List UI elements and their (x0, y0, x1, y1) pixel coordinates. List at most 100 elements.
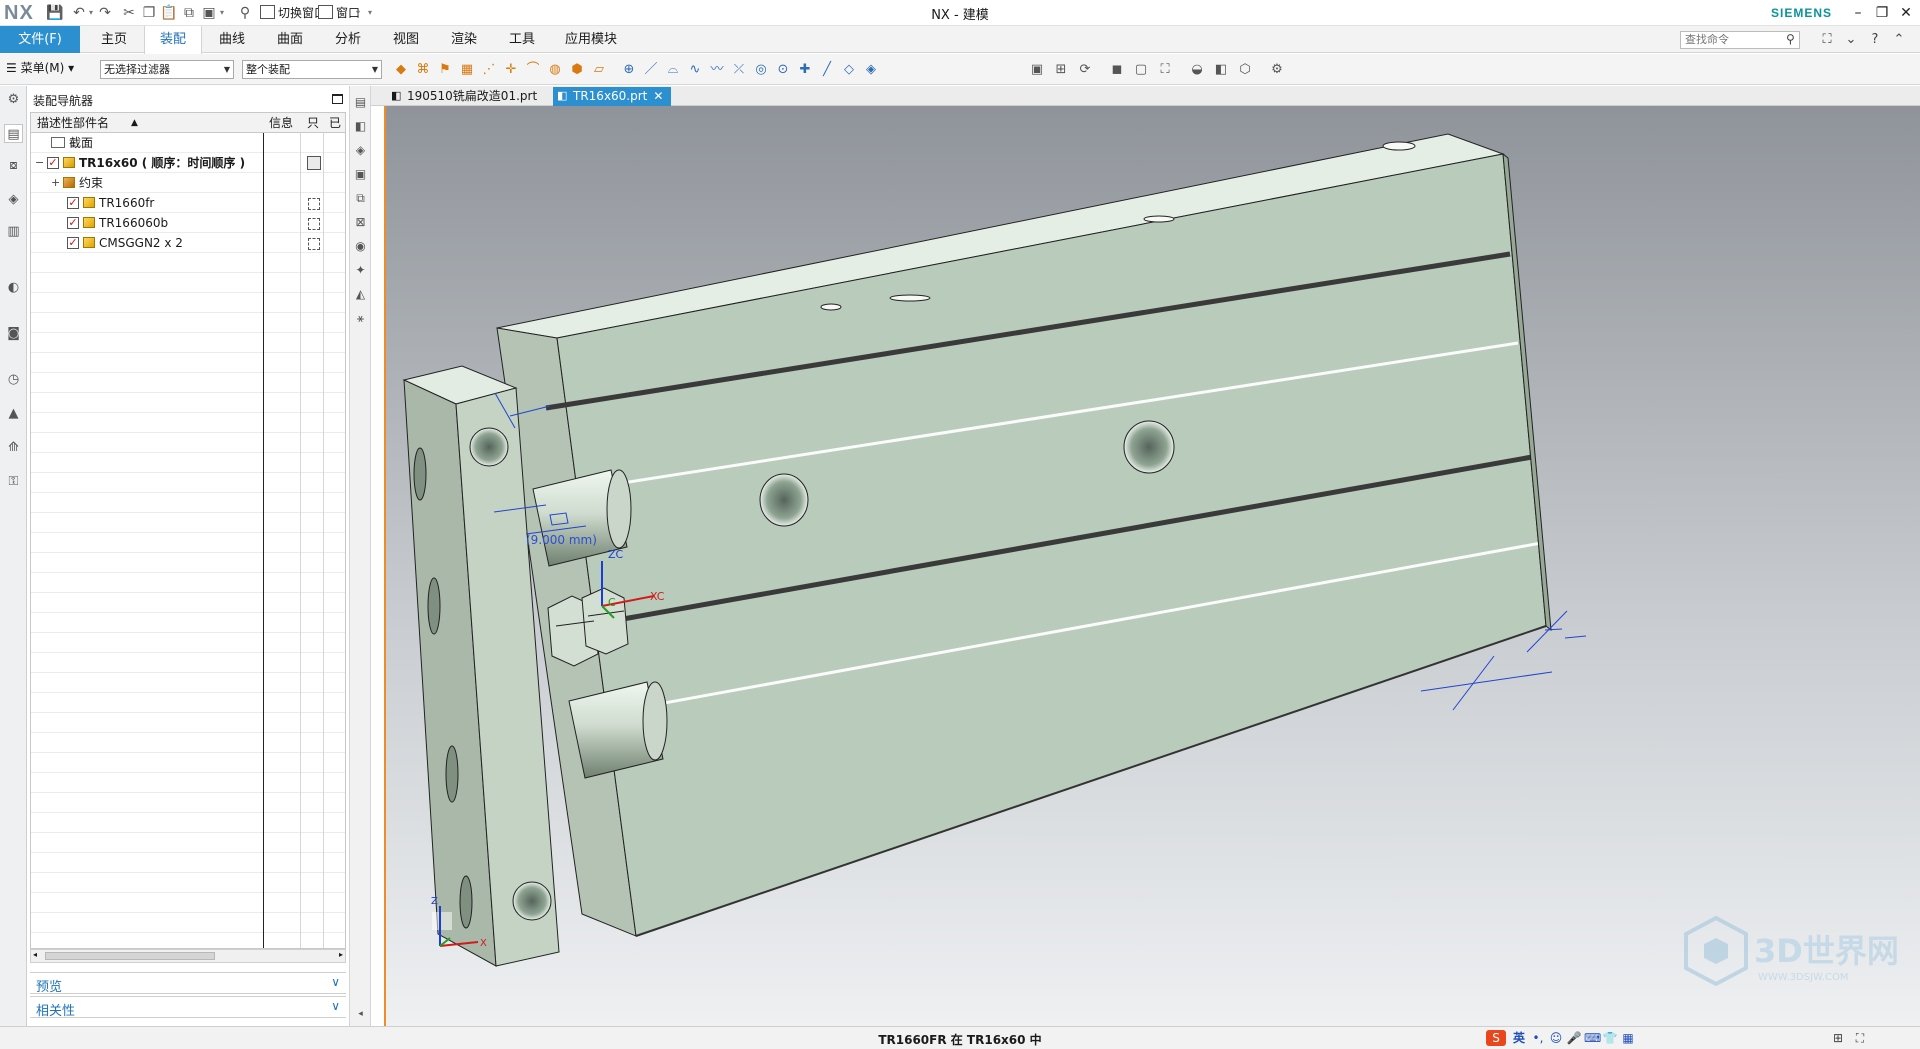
existing-point-icon[interactable]: ✚ (796, 61, 814, 79)
keyboard-icon[interactable]: ⌨ (1584, 1030, 1601, 1046)
tree-row-part[interactable]: ✓ CMSGGN2 x 2 (31, 233, 345, 253)
collapse-icon[interactable]: − (35, 156, 44, 169)
assembly-constraints-icon[interactable]: ◈ (352, 142, 369, 159)
ribbon-options-icon[interactable]: ⌄ (1842, 31, 1860, 49)
select-curve-icon[interactable]: ⌒ (524, 61, 542, 79)
dimension-label[interactable]: (9.000 mm) (526, 533, 597, 547)
zoom-fit-icon[interactable]: ⊞ (1052, 61, 1070, 79)
tab-assembly[interactable]: 装配 (144, 26, 202, 54)
select-feature-icon[interactable]: ⌘ (414, 61, 432, 79)
tree-row-assembly[interactable]: − ✓ TR16x60 ( 顺序：时间顺序 ) (31, 153, 345, 173)
new-component-icon[interactable]: ◧ (352, 118, 369, 135)
graphics-window[interactable]: (9.000 mm) ZC XC C Z X 3D世界网 WWW.3DSJW.C… (384, 106, 1920, 1026)
paste-icon[interactable]: 📋 (160, 4, 178, 22)
tree-row-constraints[interactable]: + 约束 (31, 173, 345, 193)
tree-row-sections[interactable]: 截面 (31, 133, 345, 153)
expand-icon[interactable]: + (51, 176, 60, 189)
clearance-analysis-icon[interactable]: ⚹ (352, 310, 369, 327)
constraint-navigator-icon[interactable]: ⧇ (4, 156, 23, 175)
scroll-right-icon[interactable]: ▸ (339, 950, 343, 959)
type-filter-select[interactable]: 无选择过滤器 ▼ (100, 60, 234, 79)
web-browser-icon[interactable]: ◙ (4, 324, 23, 343)
settings-icon[interactable]: ⚙ (4, 90, 23, 109)
display-options-icon[interactable]: ⚙ (1268, 61, 1286, 79)
quick-access-dropdown-icon[interactable]: ▾ (218, 4, 226, 22)
tab-surface[interactable]: 曲面 (262, 26, 318, 53)
document-tab-active[interactable]: ◧ TR16x60.prt ✕ (553, 87, 672, 106)
window-menu-dropdown-icon[interactable]: ▾ (354, 4, 362, 22)
scroll-left-icon[interactable]: ◂ (33, 950, 37, 959)
column-header-name[interactable]: 描述性部件名 (37, 115, 109, 131)
tree-row-part[interactable]: ✓ TR166060b (31, 213, 345, 233)
arc-snap-icon[interactable]: ⌓ (664, 61, 682, 79)
edit-section-icon[interactable]: ◧ (1212, 61, 1230, 79)
touch-mode-icon[interactable]: ▣ (200, 4, 218, 22)
fit-view-icon[interactable]: ⛶ (1156, 61, 1174, 79)
minimize-icon[interactable]: – (1848, 3, 1868, 23)
scrollbar-thumb[interactable] (45, 952, 215, 960)
document-tab[interactable]: ◧ 190510铣扁改造01.prt (387, 87, 545, 106)
mid-point-icon[interactable]: ◇ (840, 61, 858, 79)
part-navigator-icon[interactable]: ◈ (4, 190, 23, 209)
column-header-modified[interactable]: 已 (329, 115, 341, 131)
chevron-down-icon[interactable]: ∨ (331, 975, 340, 989)
maximize-panel-icon[interactable] (332, 94, 343, 104)
mirror-assembly-icon[interactable]: ⧉ (352, 190, 369, 207)
quadrant-point-icon[interactable]: ⊙ (774, 61, 792, 79)
redo-icon[interactable]: ↷ (96, 4, 114, 22)
system-materials-icon[interactable]: ▲ (4, 404, 23, 423)
tree-row-part[interactable]: ✓ TR1660fr (31, 193, 345, 213)
model-view[interactable]: (9.000 mm) ZC XC C Z X 3D世界网 WWW.3DSJW.C… (386, 106, 1920, 1026)
command-finder-icon[interactable]: ⚲ (236, 4, 254, 22)
spline-snap-icon[interactable]: 〰 (708, 61, 726, 79)
restore-icon[interactable]: ❐ (1872, 3, 1892, 23)
undo-dropdown-icon[interactable]: ▾ (87, 4, 95, 22)
fullscreen-toggle-icon[interactable]: ⛶ (1852, 1030, 1868, 1046)
search-icon[interactable]: ⚲ (1786, 32, 1795, 46)
save-icon[interactable]: 💾 (46, 4, 64, 22)
cut-icon[interactable]: ✂ (120, 4, 138, 22)
wireframe-icon[interactable]: ▢ (1132, 61, 1150, 79)
tab-home[interactable]: 主页 (86, 26, 142, 53)
crosshair-icon[interactable]: ⊕ (620, 61, 638, 79)
repeat-command-icon[interactable]: ⧉ (180, 4, 198, 22)
command-search-input[interactable] (1680, 31, 1800, 49)
reuse-library-icon[interactable]: ▥ (4, 222, 23, 241)
shaded-icon[interactable]: ◼ (1108, 61, 1126, 79)
show-hide-icon[interactable]: ◉ (352, 238, 369, 255)
tab-curve[interactable]: 曲线 (204, 26, 260, 53)
center-point-icon[interactable]: ◎ (752, 61, 770, 79)
visibility-checkbox[interactable]: ✓ (67, 197, 79, 209)
intersection-icon[interactable]: ⤫ (730, 61, 748, 79)
dependencies-section[interactable]: 相关性 ∨ (30, 996, 346, 1019)
layout-icon[interactable]: ⊞ (1830, 1030, 1846, 1046)
curve-snap-icon[interactable]: ∿ (686, 61, 704, 79)
select-component-icon[interactable]: ◆ (392, 61, 410, 79)
skin-icon[interactable]: 👕 (1602, 1030, 1618, 1046)
assembly-navigator-icon[interactable]: ▤ (4, 124, 23, 143)
select-face-icon[interactable]: ▦ (458, 61, 476, 79)
move-component-icon[interactable]: ▣ (352, 166, 369, 183)
visibility-checkbox[interactable]: ✓ (47, 157, 59, 169)
select-edge-icon[interactable]: ⋰ (480, 61, 498, 79)
rotate-icon[interactable]: ⟳ (1076, 61, 1094, 79)
fullscreen-icon[interactable]: ⛶ (1818, 31, 1836, 49)
line-snap-icon[interactable]: ／ (642, 61, 660, 79)
tab-analysis[interactable]: 分析 (320, 26, 376, 53)
close-tab-icon[interactable]: ✕ (653, 89, 663, 103)
column-header-readonly[interactable]: 只 (307, 115, 319, 131)
collapse-toolbar-icon[interactable]: ◂ (352, 1006, 369, 1023)
select-region-icon[interactable]: ◍ (546, 61, 564, 79)
tab-view[interactable]: 视图 (378, 26, 434, 53)
punctuation-icon[interactable]: •, (1530, 1030, 1546, 1046)
select-sheet-icon[interactable]: ▱ (590, 61, 608, 79)
copy-icon[interactable]: ❐ (140, 4, 158, 22)
help-icon[interactable]: ? (1866, 31, 1884, 49)
main-menu-button[interactable]: ☰ 菜单(M) ▾ (6, 60, 74, 76)
snap-point-icon[interactable]: ✛ (502, 61, 520, 79)
pole-point-icon[interactable]: ◈ (862, 61, 880, 79)
tab-tools[interactable]: 工具 (494, 26, 550, 53)
chevron-down-icon[interactable]: ∨ (331, 999, 340, 1013)
selection-scope-select[interactable]: 整个装配 ▼ (242, 60, 382, 79)
layer-icon[interactable]: ⬡ (1236, 61, 1254, 79)
